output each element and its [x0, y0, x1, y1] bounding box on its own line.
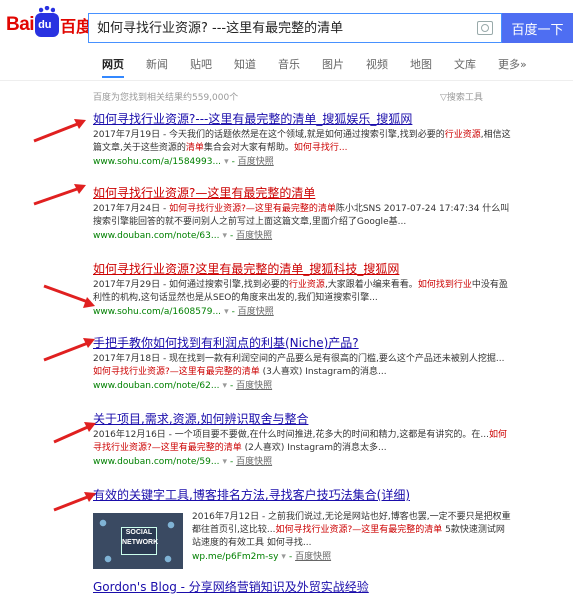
header: Bai 百度 百度一下 — [0, 0, 573, 52]
result-count: 百度为您找到相关结果约559,000个 — [93, 93, 239, 103]
result-title[interactable]: 如何寻找行业资源?—这里有最完整的清单 — [93, 186, 513, 201]
result-item: 有效的关键字工具,博客排名方法,寻找客户技巧法集合(详细) — [93, 488, 513, 503]
result-abstract: 2017年7月24日 - 如何寻找行业资源?—这里有最完整的清单陈小北SNS 2… — [93, 204, 510, 227]
result-abstract: 2016年7月12日 - 之前我们说过,无论是网站也好,博客也罢,一定不要只是把… — [192, 512, 511, 548]
search-tools-link[interactable]: ▽搜索工具 — [440, 90, 483, 103]
result-abstract: 2017年7月18日 - 现在找到一款有利润空间的产品要么是有很高的门槛,要么这… — [93, 354, 505, 377]
result-item: 如何寻找行业资源?这里有最完整的清单_搜狐科技_搜狐网 2017年7月29日 -… — [93, 262, 513, 319]
search-input[interactable] — [95, 14, 459, 44]
result-url: www.douban.com/note/62... ▾ - 百度快照 — [93, 381, 273, 391]
result-url: www.sohu.com/a/1584993... ▾ - 百度快照 — [93, 157, 274, 167]
red-arrow-icon — [53, 422, 96, 444]
divider — [0, 80, 573, 81]
snapshot-link[interactable]: 百度快照 — [236, 457, 272, 467]
snapshot-link[interactable]: 百度快照 — [295, 552, 331, 562]
tab-video[interactable]: 视频 — [366, 56, 388, 76]
result-abstract: 2016年12月16日 - 一个项目要不要做,在什么时间推进,花多大的时间和精力… — [93, 430, 507, 453]
result-abstract: 2017年7月29日 - 如何通过搜索引擎,找到必要的行业资源,大家跟着小编来看… — [93, 280, 508, 303]
tab-more[interactable]: 更多» — [498, 56, 527, 76]
tab-news[interactable]: 新闻 — [146, 56, 168, 76]
result-url: wp.me/p6Fm2m-sy ▾ - 百度快照 — [192, 552, 332, 562]
search-tools-label: 搜索工具 — [446, 93, 483, 103]
result-url: www.sohu.com/a/1608579... ▾ - 百度快照 — [93, 307, 274, 317]
result-item: 手把手教你如何找到有利润点的利基(Niche)产品? 2017年7月18日 - … — [93, 336, 513, 393]
result-title[interactable]: Gordon's Blog - 分享网络营销知识及外贸实战经验 — [93, 580, 513, 595]
tab-zhidao[interactable]: 知道 — [234, 56, 256, 76]
search-box — [88, 13, 502, 44]
result-title[interactable]: 手把手教你如何找到有利润点的利基(Niche)产品? — [93, 336, 513, 351]
result-item: 如何寻找行业资源?—这里有最完整的清单 2017年7月24日 - 如何寻找行业资… — [93, 186, 513, 243]
result-thumbnail[interactable]: SOCIAL NETWORK — [93, 513, 183, 569]
red-arrow-icon — [33, 184, 86, 206]
red-arrow-icon — [43, 284, 95, 308]
logo-latin: Bai — [6, 14, 35, 35]
result-title[interactable]: 关于项目,需求,资源,如何辨识取舍与整合 — [93, 412, 513, 427]
result-item: 如何寻找行业资源?---这里有最完整的清单_搜狐娱乐_搜狐网 2017年7月19… — [93, 112, 513, 169]
paw-icon — [35, 6, 60, 37]
snapshot-link[interactable]: 百度快照 — [238, 157, 274, 167]
result-item: Gordon's Blog - 分享网络营销知识及外贸实战经验 — [93, 580, 513, 595]
tab-maps[interactable]: 地图 — [410, 56, 432, 76]
result-abstract: 2017年7月19日 - 今天我们的话题依然是在这个领域,就是如何通过搜索引擎,… — [93, 130, 511, 153]
search-button[interactable]: 百度一下 — [502, 13, 573, 43]
result-body: 2016年7月12日 - 之前我们说过,无论是网站也好,博客也罢,一定不要只是把… — [192, 509, 512, 564]
tab-images[interactable]: 图片 — [322, 56, 344, 76]
tab-web[interactable]: 网页 — [102, 56, 124, 78]
result-url: www.douban.com/note/59... ▾ - 百度快照 — [93, 457, 273, 467]
red-arrow-icon — [33, 119, 86, 143]
red-arrow-icon — [43, 338, 95, 362]
search-tabs: 网页 新闻 贴吧 知道 音乐 图片 视频 地图 文库 更多» — [102, 56, 549, 78]
result-title[interactable]: 如何寻找行业资源?---这里有最完整的清单_搜狐娱乐_搜狐网 — [93, 112, 513, 127]
funnel-icon: ▽ — [440, 93, 447, 103]
result-title[interactable]: 有效的关键字工具,博客排名方法,寻找客户技巧法集合(详细) — [93, 488, 513, 503]
red-arrow-icon — [53, 492, 96, 512]
tab-wenku[interactable]: 文库 — [454, 56, 476, 76]
result-title[interactable]: 如何寻找行业资源?这里有最完整的清单_搜狐科技_搜狐网 — [93, 262, 513, 277]
camera-icon[interactable] — [477, 21, 493, 35]
snapshot-link[interactable]: 百度快照 — [236, 381, 272, 391]
result-item: 关于项目,需求,资源,如何辨识取舍与整合 2016年12月16日 - 一个项目要… — [93, 412, 513, 469]
snapshot-link[interactable]: 百度快照 — [238, 307, 274, 317]
snapshot-link[interactable]: 百度快照 — [236, 231, 272, 241]
tab-music[interactable]: 音乐 — [278, 56, 300, 76]
result-url: www.douban.com/note/63... ▾ - 百度快照 — [93, 231, 273, 241]
thumbnail-badge: SOCIAL NETWORK — [121, 527, 158, 555]
baidu-logo[interactable]: Bai 百度 — [6, 6, 92, 40]
tab-tieba[interactable]: 贴吧 — [190, 56, 212, 76]
